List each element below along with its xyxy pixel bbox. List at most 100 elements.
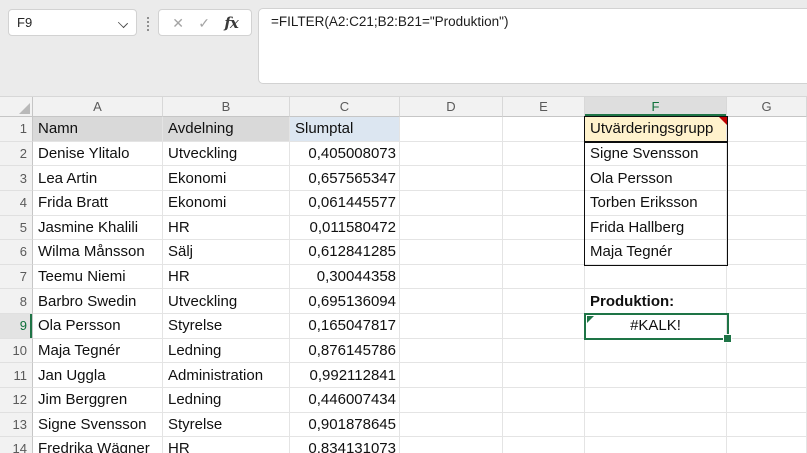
- cell-F6[interactable]: Maja Tegnér: [585, 240, 727, 265]
- cell-A2[interactable]: Denise Ylitalo: [33, 142, 163, 167]
- cell-B14[interactable]: HR: [163, 437, 290, 453]
- name-box[interactable]: F9: [8, 9, 137, 36]
- cell-B8[interactable]: Utveckling: [163, 289, 290, 314]
- cell-A8[interactable]: Barbro Swedin: [33, 289, 163, 314]
- cell-C14[interactable]: 0,834131073: [290, 437, 400, 453]
- cell-A10[interactable]: Maja Tegnér: [33, 339, 163, 364]
- fill-handle[interactable]: [723, 334, 732, 343]
- cell-D1[interactable]: [400, 117, 503, 142]
- cell-A1[interactable]: Namn: [33, 117, 163, 142]
- cell-E13[interactable]: [503, 413, 585, 438]
- cell-F5[interactable]: Frida Hallberg: [585, 216, 727, 241]
- cell-F1[interactable]: Utvärderingsgrupp: [585, 117, 727, 142]
- cell-G9[interactable]: [727, 314, 807, 339]
- cell-E9[interactable]: [503, 314, 585, 339]
- cell-F2[interactable]: Signe Svensson: [585, 142, 727, 167]
- cell-C8[interactable]: 0,695136094: [290, 289, 400, 314]
- cell-G6[interactable]: [727, 240, 807, 265]
- row-header-7[interactable]: 7: [0, 265, 33, 290]
- cell-B4[interactable]: Ekonomi: [163, 191, 290, 216]
- cell-D9[interactable]: [400, 314, 503, 339]
- cell-B9[interactable]: Styrelse: [163, 314, 290, 339]
- cell-F10[interactable]: [585, 339, 727, 364]
- cell-G11[interactable]: [727, 363, 807, 388]
- cell-C12[interactable]: 0,446007434: [290, 388, 400, 413]
- cell-A9[interactable]: Ola Persson: [33, 314, 163, 339]
- cell-F12[interactable]: [585, 388, 727, 413]
- cell-A12[interactable]: Jim Berggren: [33, 388, 163, 413]
- cell-A3[interactable]: Lea Artin: [33, 166, 163, 191]
- cell-D3[interactable]: [400, 166, 503, 191]
- cell-G13[interactable]: [727, 413, 807, 438]
- row-header-11[interactable]: 11: [0, 363, 33, 388]
- row-header-8[interactable]: 8: [0, 289, 33, 314]
- row-header-2[interactable]: 2: [0, 142, 33, 167]
- cell-D11[interactable]: [400, 363, 503, 388]
- cell-F8[interactable]: Produktion:: [585, 289, 727, 314]
- cell-F11[interactable]: [585, 363, 727, 388]
- column-header-B[interactable]: B: [163, 97, 290, 117]
- chevron-down-icon[interactable]: [119, 18, 128, 27]
- cancel-icon[interactable]: ✕: [172, 16, 184, 30]
- cell-C9[interactable]: 0,165047817: [290, 314, 400, 339]
- cell-C13[interactable]: 0,901878645: [290, 413, 400, 438]
- cell-E7[interactable]: [503, 265, 585, 290]
- column-header-D[interactable]: D: [400, 97, 503, 117]
- cell-A5[interactable]: Jasmine Khalili: [33, 216, 163, 241]
- cell-G4[interactable]: [727, 191, 807, 216]
- cell-A6[interactable]: Wilma Månsson: [33, 240, 163, 265]
- row-header-14[interactable]: 14: [0, 437, 33, 453]
- column-header-E[interactable]: E: [503, 97, 585, 117]
- cell-C6[interactable]: 0,612841285: [290, 240, 400, 265]
- cell-C1[interactable]: Slumptal: [290, 117, 400, 142]
- row-header-1[interactable]: 1: [0, 117, 33, 142]
- cell-A7[interactable]: Teemu Niemi: [33, 265, 163, 290]
- cell-F14[interactable]: [585, 437, 727, 453]
- cell-C7[interactable]: 0,30044358: [290, 265, 400, 290]
- cell-B1[interactable]: Avdelning: [163, 117, 290, 142]
- row-header-6[interactable]: 6: [0, 240, 33, 265]
- cell-C5[interactable]: 0,011580472: [290, 216, 400, 241]
- row-header-5[interactable]: 5: [0, 216, 33, 241]
- row-header-12[interactable]: 12: [0, 388, 33, 413]
- cell-B11[interactable]: Administration: [163, 363, 290, 388]
- cell-D13[interactable]: [400, 413, 503, 438]
- cell-D5[interactable]: [400, 216, 503, 241]
- name-box-resize-handle[interactable]: [146, 16, 149, 31]
- formula-bar[interactable]: =FILTER(A2:C21;B2:B21="Produktion"): [258, 8, 807, 84]
- select-all-corner[interactable]: [0, 97, 33, 117]
- cell-E2[interactable]: [503, 142, 585, 167]
- cell-D10[interactable]: [400, 339, 503, 364]
- cell-B13[interactable]: Styrelse: [163, 413, 290, 438]
- cell-F7[interactable]: [585, 265, 727, 290]
- cell-G8[interactable]: [727, 289, 807, 314]
- cell-G10[interactable]: [727, 339, 807, 364]
- cell-E6[interactable]: [503, 240, 585, 265]
- cell-F13[interactable]: [585, 413, 727, 438]
- cell-E8[interactable]: [503, 289, 585, 314]
- row-header-3[interactable]: 3: [0, 166, 33, 191]
- row-header-13[interactable]: 13: [0, 413, 33, 438]
- cell-G7[interactable]: [727, 265, 807, 290]
- column-header-G[interactable]: G: [727, 97, 807, 117]
- cell-G1[interactable]: [727, 117, 807, 142]
- cell-E11[interactable]: [503, 363, 585, 388]
- cell-E10[interactable]: [503, 339, 585, 364]
- cell-E5[interactable]: [503, 216, 585, 241]
- cell-D2[interactable]: [400, 142, 503, 167]
- cell-C4[interactable]: 0,061445577: [290, 191, 400, 216]
- cell-B10[interactable]: Ledning: [163, 339, 290, 364]
- cell-B7[interactable]: HR: [163, 265, 290, 290]
- cell-E3[interactable]: [503, 166, 585, 191]
- cell-E1[interactable]: [503, 117, 585, 142]
- cell-D4[interactable]: [400, 191, 503, 216]
- cell-G3[interactable]: [727, 166, 807, 191]
- cell-C3[interactable]: 0,657565347: [290, 166, 400, 191]
- cell-E14[interactable]: [503, 437, 585, 453]
- cell-D7[interactable]: [400, 265, 503, 290]
- column-header-F[interactable]: F: [585, 97, 727, 117]
- column-header-C[interactable]: C: [290, 97, 400, 117]
- cell-B5[interactable]: HR: [163, 216, 290, 241]
- cell-G2[interactable]: [727, 142, 807, 167]
- cell-B6[interactable]: Sälj: [163, 240, 290, 265]
